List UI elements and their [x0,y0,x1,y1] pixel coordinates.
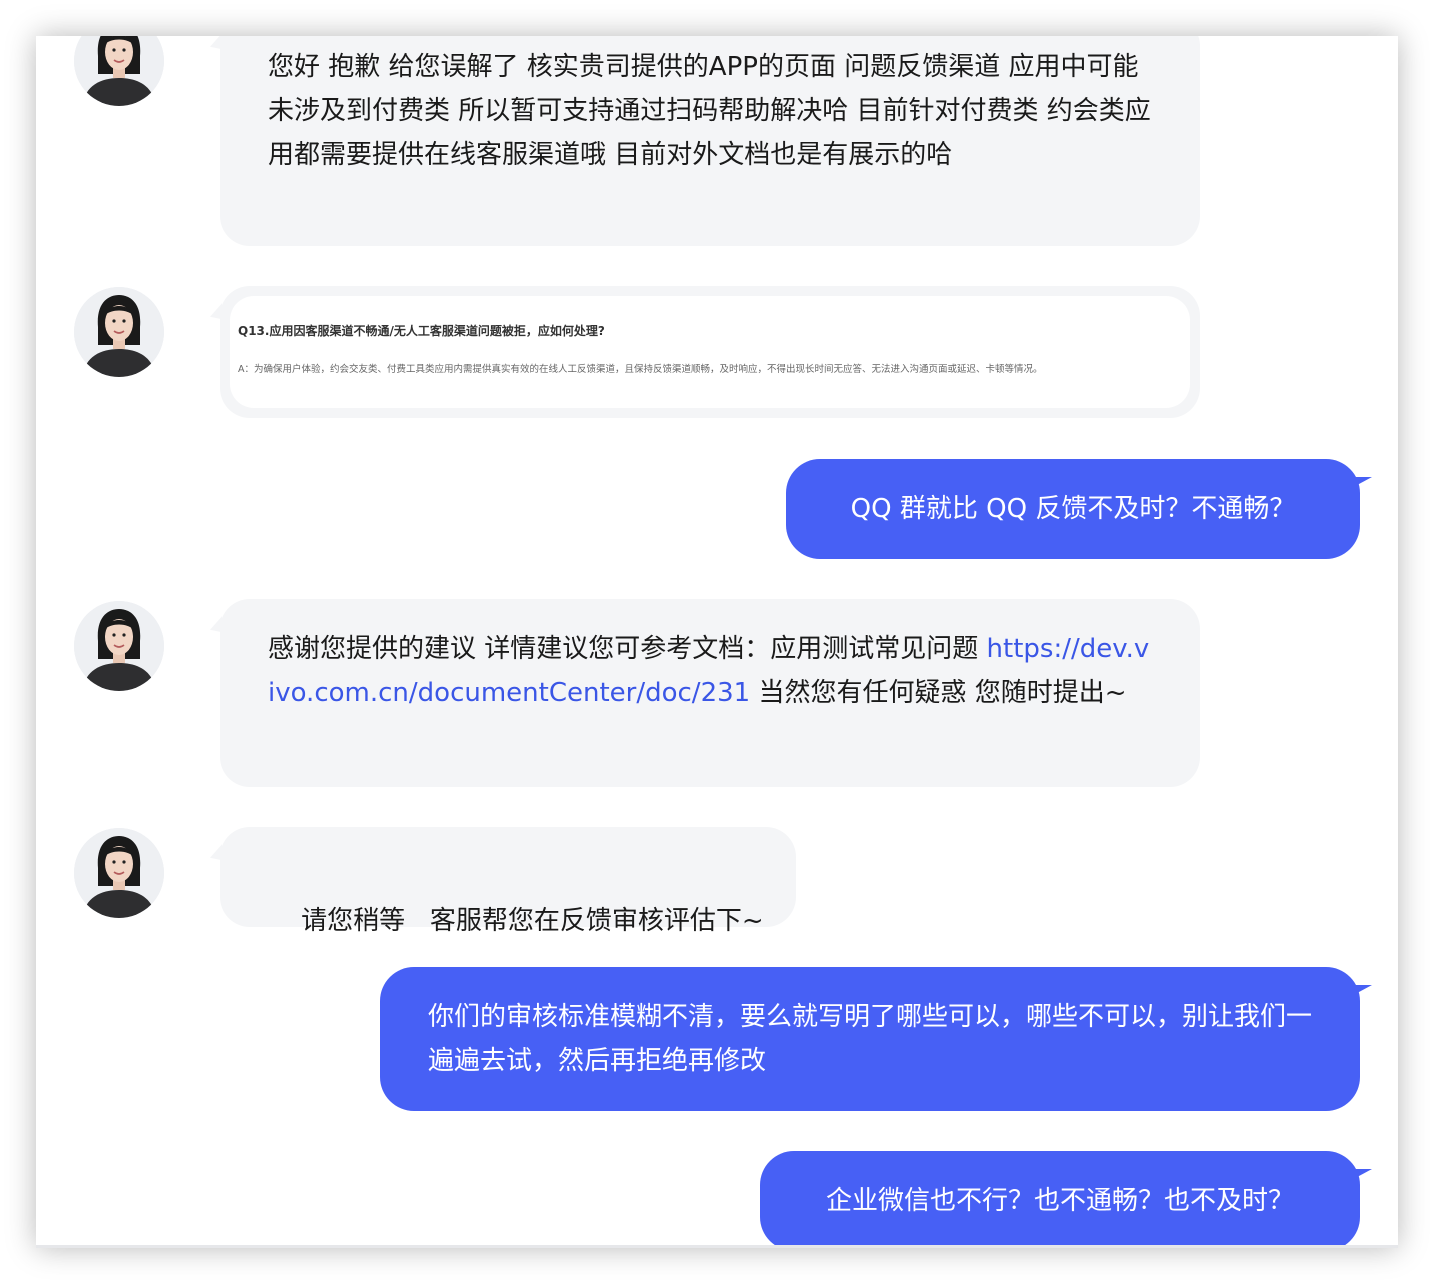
agent-message: 感谢您提供的建议 详情建议您可参考文档：应用测试常见问题 https://dev… [220,599,1200,787]
person-icon [74,828,164,918]
agent-message: 请您稍等 客服帮您在反馈审核评估下~ [220,827,796,936]
person-icon [74,36,164,106]
doc-question: Q13.应用因客服渠道不畅通/无人工客服渠道问题被拒，应如何处理? [238,324,605,338]
message-text: 当然您有任何疑惑 您随时提出~ [750,678,1127,708]
chat-window: 您好 抱歉 给您误解了 核实贵司提供的APP的页面 问题反馈渠道 应用中可能未涉… [36,36,1398,1248]
agent-avatar [74,36,164,106]
user-message: 企业微信也不行？也不通畅？也不及时？ [760,1151,1372,1248]
user-message: 你们的审核标准模糊不清，要么就写明了哪些可以，哪些不可以，别让我们一遍遍去试，然… [380,967,1372,1111]
message-text: 您好 抱歉 给您误解了 核实贵司提供的APP的页面 问题反馈渠道 应用中可能未涉… [268,52,1151,170]
message-text: 请您稍等 客服帮您在反馈审核评估下~ [301,906,764,936]
agent-message: 您好 抱歉 给您误解了 核实贵司提供的APP的页面 问题反馈渠道 应用中可能未涉… [220,36,1200,246]
document-screenshot: Q13.应用因客服渠道不畅通/无人工客服渠道问题被拒，应如何处理? A：为确保用… [230,296,1190,408]
agent-avatar [74,828,164,918]
agent-avatar [74,601,164,691]
message-text: 你们的审核标准模糊不清，要么就写明了哪些可以，哪些不可以，别让我们一遍遍去试，然… [428,1002,1313,1076]
user-message: QQ 群就比 QQ 反馈不及时？不通畅？ [786,459,1372,559]
message-text: 感谢您提供的建议 详情建议您可参考文档：应用测试常见问题 [268,634,987,664]
doc-answer: A：为确保用户体验，约会交友类、付费工具类应用内需提供真实有效的在线人工反馈渠道… [238,364,1043,375]
person-icon [74,287,164,377]
person-icon [74,601,164,691]
divider [36,1245,1398,1248]
message-text: QQ 群就比 QQ 反馈不及时？不通畅？ [850,494,1296,524]
agent-avatar [74,287,164,377]
message-text: 企业微信也不行？也不通畅？也不及时？ [825,1186,1294,1216]
agent-image-message[interactable]: Q13.应用因客服渠道不畅通/无人工客服渠道问题被拒，应如何处理? A：为确保用… [220,286,1200,418]
